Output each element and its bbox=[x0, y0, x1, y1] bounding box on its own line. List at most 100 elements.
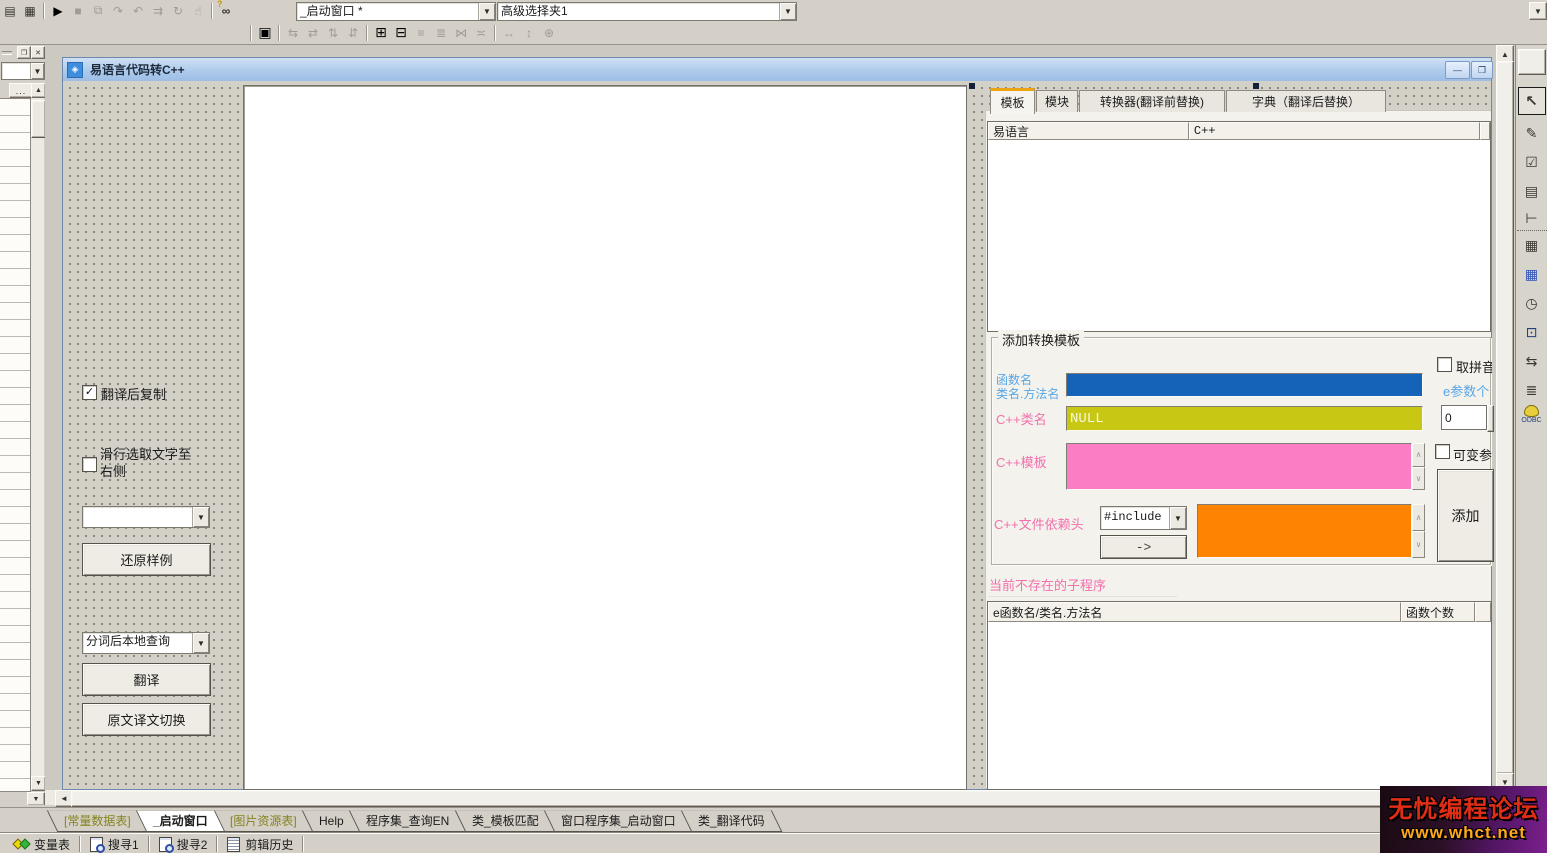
scroll-down-icon[interactable]: ∨ bbox=[1412, 531, 1425, 558]
tab-template-match[interactable]: 类_模板匹配 bbox=[454, 810, 555, 832]
checkbox-tool-icon[interactable]: ☑ bbox=[1517, 148, 1547, 177]
designed-window-titlebar[interactable]: ◈ 易语言代码转C++ bbox=[63, 58, 1491, 82]
include-combo[interactable]: #include ▼ bbox=[1100, 506, 1187, 530]
dock-search-2[interactable]: 搜寻2 bbox=[150, 835, 217, 853]
step-over-icon[interactable]: ↷ bbox=[108, 2, 128, 20]
window-minimize-button[interactable]: — bbox=[1445, 61, 1470, 79]
toggle-source-button[interactable]: 原文译文切换 bbox=[82, 703, 211, 736]
grid-snap-button[interactable]: ▣ bbox=[255, 24, 275, 42]
space-horizontal-icon[interactable]: ⋈ bbox=[451, 24, 471, 42]
slide-select-checkbox[interactable] bbox=[82, 457, 97, 472]
workspace-icon[interactable]: ▦ bbox=[20, 2, 40, 20]
hscroll-thumb[interactable] bbox=[71, 790, 1482, 807]
editbox-tool-icon[interactable]: ✎ bbox=[1517, 119, 1547, 148]
chevron-down-icon[interactable]: ▼ bbox=[30, 63, 44, 79]
form-selector-combo[interactable]: _启动窗口 * ▼ bbox=[296, 2, 496, 21]
dock-search-1[interactable]: 搜寻1 bbox=[81, 835, 148, 853]
column-header-elang[interactable]: 易语言 bbox=[988, 122, 1189, 140]
property-more-button[interactable]: ... bbox=[9, 83, 33, 98]
restore-sample-button[interactable]: 还原样例 bbox=[82, 543, 211, 576]
new-window-icon[interactable]: ▤ bbox=[0, 2, 20, 20]
scroll-up-icon[interactable]: ∧ bbox=[1412, 504, 1425, 531]
control-selector-combo[interactable]: 高级选择夹1 ▼ bbox=[497, 2, 797, 21]
pause-hand-icon[interactable]: ☝ bbox=[188, 2, 208, 20]
sample-combo[interactable]: ▼ bbox=[82, 506, 210, 528]
selection-handle[interactable] bbox=[969, 83, 975, 89]
query-mode-combo[interactable]: 分词后本地查询 ▼ bbox=[82, 632, 210, 654]
calendar-tool-icon[interactable]: ▦ bbox=[1517, 260, 1547, 289]
result-col-name[interactable]: e函数名/类名.方法名 bbox=[988, 602, 1401, 622]
tab-converter[interactable]: 转换器(翻译前替换) bbox=[1079, 90, 1225, 112]
same-width-icon[interactable]: ≡ bbox=[411, 24, 431, 42]
move-right-button[interactable]: -> bbox=[1100, 535, 1187, 559]
property-object-combo[interactable]: ▼ bbox=[1, 62, 45, 80]
center-horizontal-icon[interactable]: ⊞ bbox=[371, 24, 391, 42]
result-table[interactable]: e函数名/类名.方法名 函数个数 bbox=[987, 601, 1492, 790]
scroll-up-icon[interactable]: ∧ bbox=[1412, 443, 1425, 467]
find-icon[interactable]: ∞ ? bbox=[216, 2, 236, 20]
debug-restart-icon[interactable]: ⧉ bbox=[88, 2, 108, 20]
cpp-template-scrollbar[interactable]: ∧ ∨ bbox=[1412, 443, 1425, 490]
panel-restore-button[interactable]: ❐ bbox=[17, 46, 31, 59]
copy-after-translate-checkbox[interactable]: ✓ bbox=[82, 385, 97, 400]
chevron-down-icon[interactable]: ▼ bbox=[779, 3, 796, 20]
dock-variable-table[interactable]: 变量表 bbox=[4, 835, 79, 853]
tab-dictionary[interactable]: 字典（翻译后替换） bbox=[1226, 90, 1386, 112]
step-out-icon[interactable]: ⇉ bbox=[148, 2, 168, 20]
run-button[interactable]: ▶ bbox=[48, 2, 68, 20]
tab-startup-window[interactable]: _启动窗口 bbox=[136, 810, 225, 832]
stretch-width-icon[interactable]: ↔ bbox=[499, 24, 519, 42]
result-col-count[interactable]: 函数个数 bbox=[1401, 602, 1475, 622]
tab-module[interactable]: 模块 bbox=[1036, 90, 1078, 112]
align-top-icon[interactable]: ⇅ bbox=[323, 24, 343, 42]
property-scrollbar-track[interactable] bbox=[31, 98, 44, 790]
property-scroll-up[interactable]: ▲ bbox=[31, 83, 46, 98]
template-pair-list[interactable]: 易语言 C++ bbox=[987, 121, 1491, 332]
column-header-cpp[interactable]: C++ bbox=[1189, 122, 1480, 140]
tab-constant-table[interactable]: [常量数据表] bbox=[47, 810, 148, 832]
panel-close-button[interactable]: ✕ bbox=[31, 46, 45, 59]
run-to-cursor-icon[interactable]: ↻ bbox=[168, 2, 188, 20]
varparam-checkbox[interactable] bbox=[1435, 444, 1450, 459]
odbc-tool-icon[interactable]: ODBC bbox=[1521, 405, 1541, 424]
property-bottom-combo-button[interactable]: ▼ bbox=[27, 792, 45, 805]
palette-blank-button[interactable] bbox=[1518, 49, 1546, 75]
dock-clip-history[interactable]: 剪辑历史 bbox=[218, 835, 302, 853]
designer-hscrollbar[interactable]: ◄ ► bbox=[45, 790, 1496, 805]
tab-window-program[interactable]: 窗口程序集_启动窗口 bbox=[543, 810, 692, 832]
property-scrollbar-thumb[interactable] bbox=[31, 100, 46, 138]
pointer-tool-icon[interactable]: ↖ bbox=[1518, 87, 1546, 115]
param-count-input[interactable]: 0 bbox=[1441, 405, 1487, 430]
scroll-down-icon[interactable]: ∨ bbox=[1412, 467, 1425, 491]
cpp-template-area[interactable] bbox=[1066, 443, 1412, 490]
tab-template[interactable]: 模板 bbox=[990, 88, 1035, 114]
selection-handle[interactable] bbox=[1253, 83, 1259, 89]
cpp-class-field[interactable]: NULL bbox=[1066, 406, 1423, 431]
property-scroll-down[interactable]: ▼ bbox=[31, 776, 46, 791]
window-maximize-button[interactable]: ❐ bbox=[1471, 61, 1493, 79]
param-count-spinner[interactable] bbox=[1487, 405, 1494, 432]
screen-tool-icon[interactable]: ⊡ bbox=[1517, 318, 1547, 347]
toolbar-overflow-button[interactable]: ▼ bbox=[1529, 2, 1547, 20]
result-col-extra[interactable] bbox=[1475, 602, 1491, 622]
chevron-down-icon[interactable]: ▼ bbox=[1169, 507, 1186, 529]
stretch-height-icon[interactable]: ↕ bbox=[519, 24, 539, 42]
dependency-scrollbar[interactable]: ∧ ∨ bbox=[1412, 504, 1425, 558]
listbox-tool-icon[interactable]: ▤ bbox=[1517, 177, 1547, 206]
dependency-area[interactable] bbox=[1197, 504, 1412, 558]
chevron-down-icon[interactable]: ▼ bbox=[192, 507, 209, 527]
stop-button[interactable]: ■ bbox=[68, 2, 88, 20]
listview-tool-icon[interactable]: ▦ bbox=[1517, 231, 1547, 260]
chevron-down-icon[interactable]: ▼ bbox=[192, 633, 209, 653]
tab-translate-code[interactable]: 类_翻译代码 bbox=[680, 810, 781, 832]
align-bottom-icon[interactable]: ⇵ bbox=[343, 24, 363, 42]
step-into-icon[interactable]: ↶ bbox=[128, 2, 148, 20]
docs-tool-icon[interactable]: ≣ bbox=[1517, 376, 1547, 405]
space-vertical-icon[interactable]: ≍ bbox=[471, 24, 491, 42]
stretch-both-icon[interactable]: ⊕ bbox=[539, 24, 559, 42]
func-name-field[interactable] bbox=[1066, 373, 1423, 397]
tab-image-resource[interactable]: [图片资源表] bbox=[213, 810, 314, 832]
chevron-down-icon[interactable]: ▼ bbox=[478, 3, 495, 20]
designer-vscrollbar[interactable]: ▲ ▼ bbox=[1496, 45, 1512, 790]
property-grid[interactable] bbox=[0, 98, 31, 792]
